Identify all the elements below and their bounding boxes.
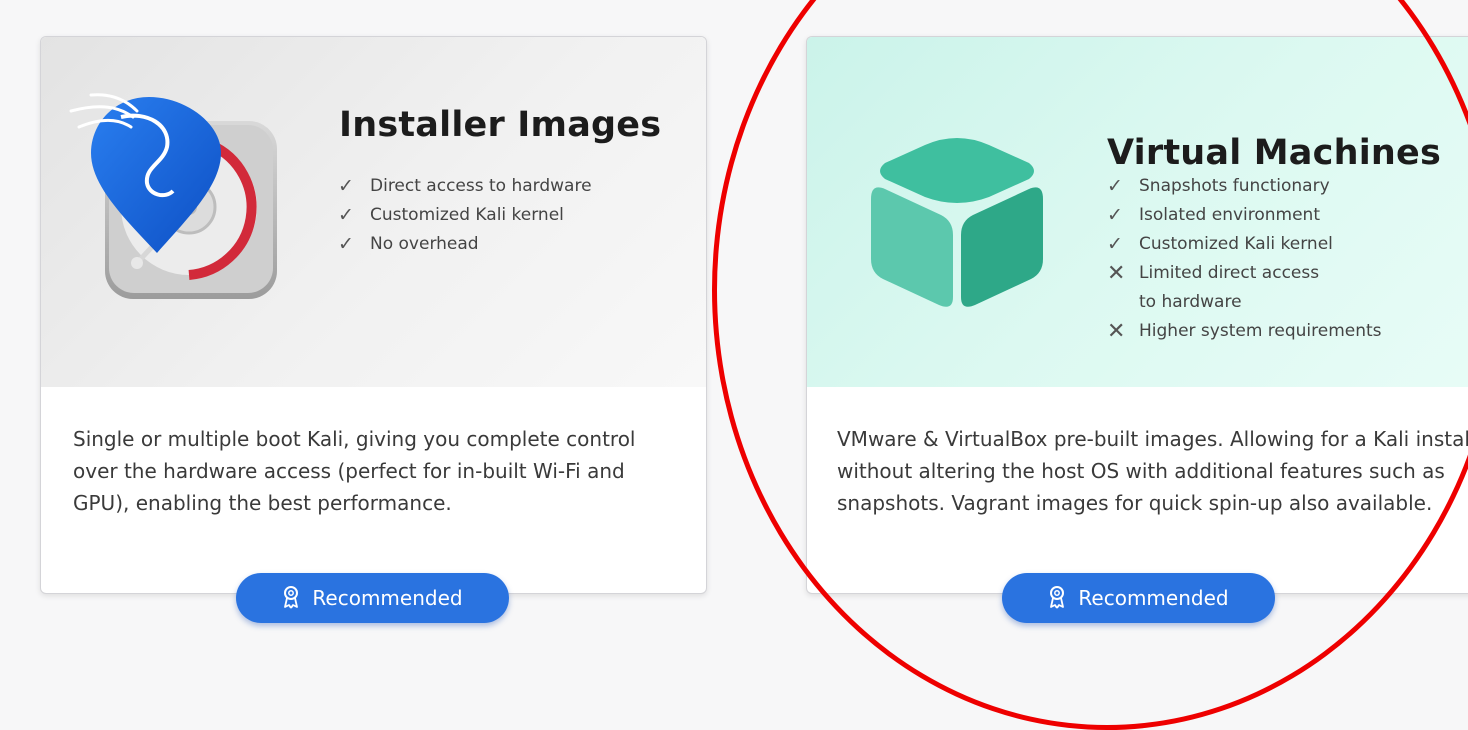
- card-description: VMware & VirtualBox pre-built images. Al…: [837, 427, 1468, 515]
- feature-text: Limited direct access to hardware: [1139, 263, 1320, 312]
- cross-icon: ✕: [1107, 319, 1126, 344]
- card-banner: Virtual Machines ✓ Snapshots functionary…: [807, 37, 1468, 387]
- card-title: Virtual Machines: [1107, 133, 1441, 173]
- feature-text: Isolated environment: [1139, 205, 1320, 225]
- card-title: Installer Images: [339, 105, 662, 145]
- feature-list: ✓ Snapshots functionary ✓ Isolated envir…: [1107, 172, 1382, 346]
- check-icon: ✓: [338, 233, 354, 255]
- virtual-machines-card[interactable]: Virtual Machines ✓ Snapshots functionary…: [806, 36, 1468, 594]
- cross-icon: ✕: [1107, 261, 1126, 286]
- feature-item: ✓ Direct access to hardware: [338, 172, 592, 201]
- kali-installer-disk-icon: [69, 93, 277, 299]
- feature-item: ✓ Snapshots functionary: [1107, 172, 1382, 201]
- card-description: Single or multiple boot Kali, giving you…: [73, 427, 636, 515]
- recommended-button[interactable]: Recommended: [1002, 573, 1275, 623]
- feature-text: Customized Kali kernel: [370, 205, 564, 225]
- feature-item: ✕ Higher system requirements: [1107, 317, 1382, 346]
- button-label: Recommended: [1078, 586, 1229, 610]
- feature-text: Customized Kali kernel: [1139, 234, 1333, 254]
- recommended-button[interactable]: Recommended: [236, 573, 509, 623]
- button-label: Recommended: [312, 586, 463, 610]
- award-ribbon-icon: [1048, 585, 1066, 611]
- feature-text: Snapshots functionary: [1139, 176, 1330, 196]
- check-icon: ✓: [1107, 204, 1123, 226]
- check-icon: ✓: [338, 204, 354, 226]
- virtual-machine-cube-icon: [871, 138, 1043, 307]
- feature-item: ✕ Limited direct access to hardware: [1107, 259, 1339, 317]
- card-banner: Installer Images ✓ Direct access to hard…: [41, 37, 706, 387]
- feature-text: Higher system requirements: [1139, 321, 1382, 341]
- installer-images-card[interactable]: Installer Images ✓ Direct access to hard…: [40, 36, 707, 594]
- feature-item: ✓ Customized Kali kernel: [1107, 230, 1382, 259]
- feature-text: Direct access to hardware: [370, 176, 592, 196]
- feature-item: ✓ Customized Kali kernel: [338, 201, 592, 230]
- check-icon: ✓: [1107, 233, 1123, 255]
- feature-text: No overhead: [370, 234, 479, 254]
- feature-item: ✓ No overhead: [338, 230, 592, 259]
- award-ribbon-icon: [282, 585, 300, 611]
- check-icon: ✓: [1107, 175, 1123, 197]
- feature-list: ✓ Direct access to hardware ✓ Customized…: [338, 172, 592, 259]
- check-icon: ✓: [338, 175, 354, 197]
- feature-item: ✓ Isolated environment: [1107, 201, 1382, 230]
